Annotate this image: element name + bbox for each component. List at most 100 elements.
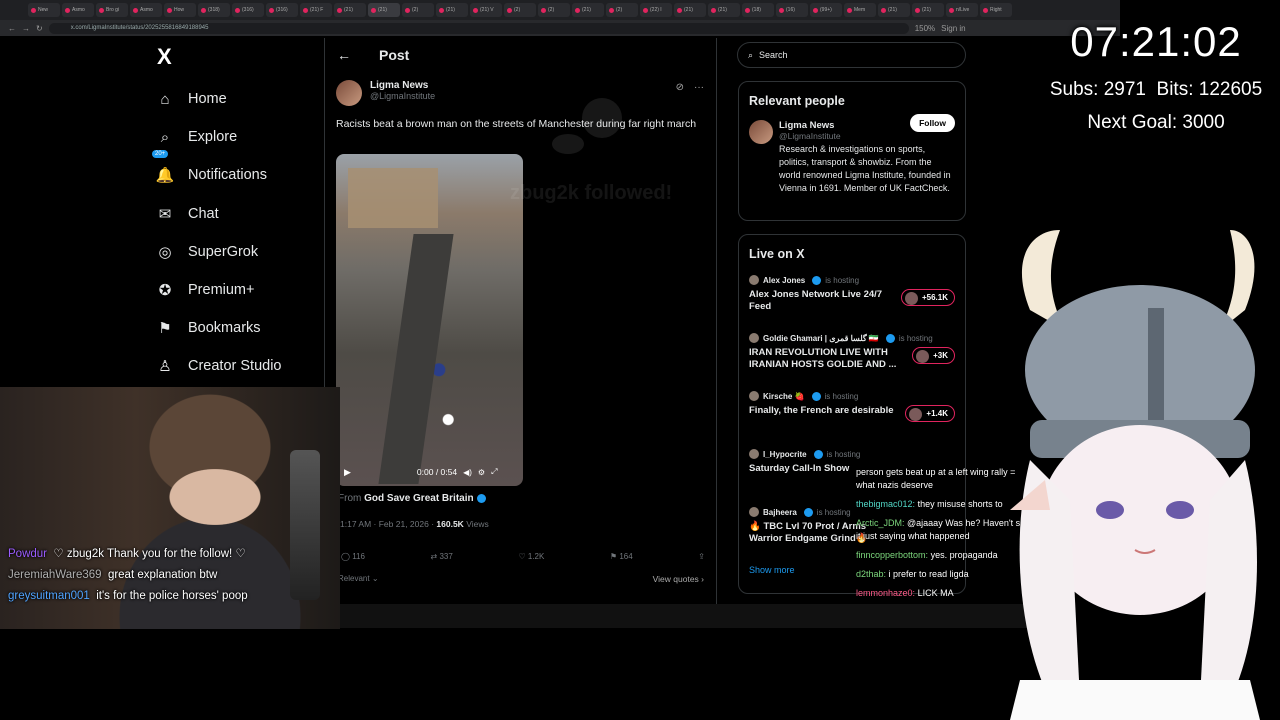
browser-tab[interactable]: (21) [912,3,944,17]
sidebar-item-creator-studio[interactable]: ♙ Creator Studio [156,347,281,385]
x-logo[interactable]: X [157,44,172,70]
live-host[interactable]: Alex Jones is hosting [749,275,955,285]
sidebar-item-supergrok[interactable]: ◎ SuperGrok [156,233,282,271]
tab-label: (316) [276,7,288,13]
verified-icon [476,493,486,503]
live-item[interactable]: Goldie Ghamari | گلسا قمری 🇮🇷 is hosting I… [739,327,965,385]
listener-count[interactable]: +1.4K [905,405,955,422]
browser-tab[interactable]: (316) [266,3,298,17]
browser-tab[interactable]: How [164,3,196,17]
browser-tab[interactable]: Right [980,3,1012,17]
tab-favicon-icon [643,7,648,13]
sidebar-item-notifications[interactable]: 20+ 🔔 Notifications [152,150,282,194]
view-quotes-link[interactable]: View quotes › [653,574,704,584]
browser-tab[interactable]: (21) [368,3,400,17]
forward-icon[interactable]: → [22,24,30,33]
reload-icon[interactable]: ↻ [36,24,43,33]
subs-count: Subs: 2971 [1049,79,1146,100]
browser-tab[interactable]: (21) [708,3,740,17]
grok-icon[interactable]: ⊘ [676,82,684,93]
sidebar-item-chat[interactable]: ✉ Chat [156,195,282,233]
tab-favicon-icon [813,7,818,13]
browser-tab[interactable]: (316) [232,3,264,17]
tab-label: (21) [718,7,727,13]
post-video[interactable] [336,154,523,486]
live-title[interactable]: Finally, the French are desirable [749,405,901,417]
repost-button[interactable]: ⇄ 337 [431,552,453,561]
browser-tab[interactable]: (99+) [810,3,842,17]
follow-button[interactable]: Follow [910,114,955,132]
live-title[interactable]: IRAN REVOLUTION LIVE WITH IRANIAN HOSTS … [749,347,901,371]
browser-tab[interactable]: (21) [334,3,366,17]
search-input[interactable]: ⌕ Search [737,42,966,68]
back-arrow-icon[interactable]: ← [337,47,351,63]
browser-tab[interactable]: (16) [776,3,808,17]
sidebar-item-label: Premium+ [188,282,255,299]
author-handle[interactable]: @LigmaInstitute [370,91,435,101]
bookmark-button[interactable]: ⚑ 164 [610,552,633,561]
browser-tab[interactable]: Bro gi [96,3,128,17]
browser-tab[interactable]: (2) [606,3,638,17]
relevant-person-avatar[interactable] [749,120,773,144]
sidebar-item-explore[interactable]: ⌕ Explore [156,118,282,156]
volume-icon[interactable]: ◀) [463,468,472,477]
browser-tab[interactable]: (2) [504,3,536,17]
tab-favicon-icon [745,7,750,13]
play-icon[interactable]: ▶ [344,467,351,478]
browser-tab[interactable]: (22) I [640,3,672,17]
sidebar-item-premium[interactable]: ✪ Premium+ [156,271,282,309]
browser-tab[interactable]: Asmo [62,3,94,17]
chevron-down-icon: ⌄ [371,574,379,583]
browser-tab[interactable]: (2) [402,3,434,17]
reply-button[interactable]: ◯ 116 [341,552,365,561]
chat-text: it's for the police horses' poop [96,590,248,602]
more-options-icon[interactable]: ··· [694,82,704,93]
live-host[interactable]: Goldie Ghamari | گلسا قمری 🇮🇷 is hosting [749,333,955,343]
browser-tab[interactable]: Asmo [130,3,162,17]
browser-tab[interactable]: (21) [674,3,706,17]
from-attribution[interactable]: From God Save Great Britain [338,493,486,504]
from-account[interactable]: God Save Great Britain [364,493,473,504]
live-host[interactable]: Kirsche 🍓 is hosting [749,391,955,401]
subs-bits-counter: Subs: 2971 Bits: 122605 [1040,79,1272,101]
live-item[interactable]: Kirsche 🍓 is hosting Finally, the French a… [739,385,965,443]
browser-tab[interactable]: (318) [198,3,230,17]
browser-tab[interactable]: (21) V [470,3,502,17]
author-avatar[interactable] [336,80,362,106]
sidebar-item-bookmarks[interactable]: ⚑ Bookmarks [156,309,282,347]
sign-in-button[interactable]: Sign in [941,24,965,33]
share-button[interactable]: ⇪ [698,552,705,561]
tab-label: (21) [378,7,387,13]
author-name[interactable]: Ligma News [370,80,435,91]
live-title[interactable]: Alex Jones Network Live 24/7 Feed [749,289,901,313]
browser-tab[interactable]: (21) F [300,3,332,17]
chat-username: Arctic_JDM: [856,518,905,528]
zoom-indicator[interactable]: 150% [915,24,935,33]
post-author[interactable]: Ligma News @LigmaInstitute [336,80,435,106]
settings-icon[interactable]: ⚙ [478,468,485,477]
live-item[interactable]: Alex Jones is hosting Alex Jones Network L… [739,269,965,327]
browser-tab[interactable]: (18) [742,3,774,17]
live-host[interactable]: I_Hypocrite is hosting [749,449,955,459]
tab-label: (21) [344,7,353,13]
views-count: 160.5K [436,519,464,529]
tab-label: (2) [548,7,555,13]
browser-tab[interactable]: (21) [878,3,910,17]
browser-tab[interactable]: New [28,3,60,17]
back-icon[interactable]: ← [8,24,16,33]
browser-tab[interactable]: (21) [572,3,604,17]
relevant-person-handle[interactable]: @LigmaInstitute [779,131,955,141]
browser-tab[interactable]: Mem [844,3,876,17]
post-timestamp[interactable]: 1:17 AM · Feb 21, 2026 · [340,519,434,529]
tab-favicon-icon [881,7,886,13]
sidebar-item-home[interactable]: ⌂ Home [156,80,282,118]
listener-count[interactable]: +3K [912,347,955,364]
listener-count[interactable]: +56.1K [900,289,955,306]
address-bar[interactable]: x.com/LigmaInstitute/status/202525581684… [48,22,909,34]
fullscreen-icon[interactable]: ⤢ [491,467,497,477]
browser-tab[interactable]: n/Live [946,3,978,17]
reply-sort-dropdown[interactable]: Relevant ⌄ [338,574,379,583]
like-button[interactable]: ♡ 1.2K [518,552,544,561]
browser-tab[interactable]: (21) [436,3,468,17]
browser-tab[interactable]: (2) [538,3,570,17]
